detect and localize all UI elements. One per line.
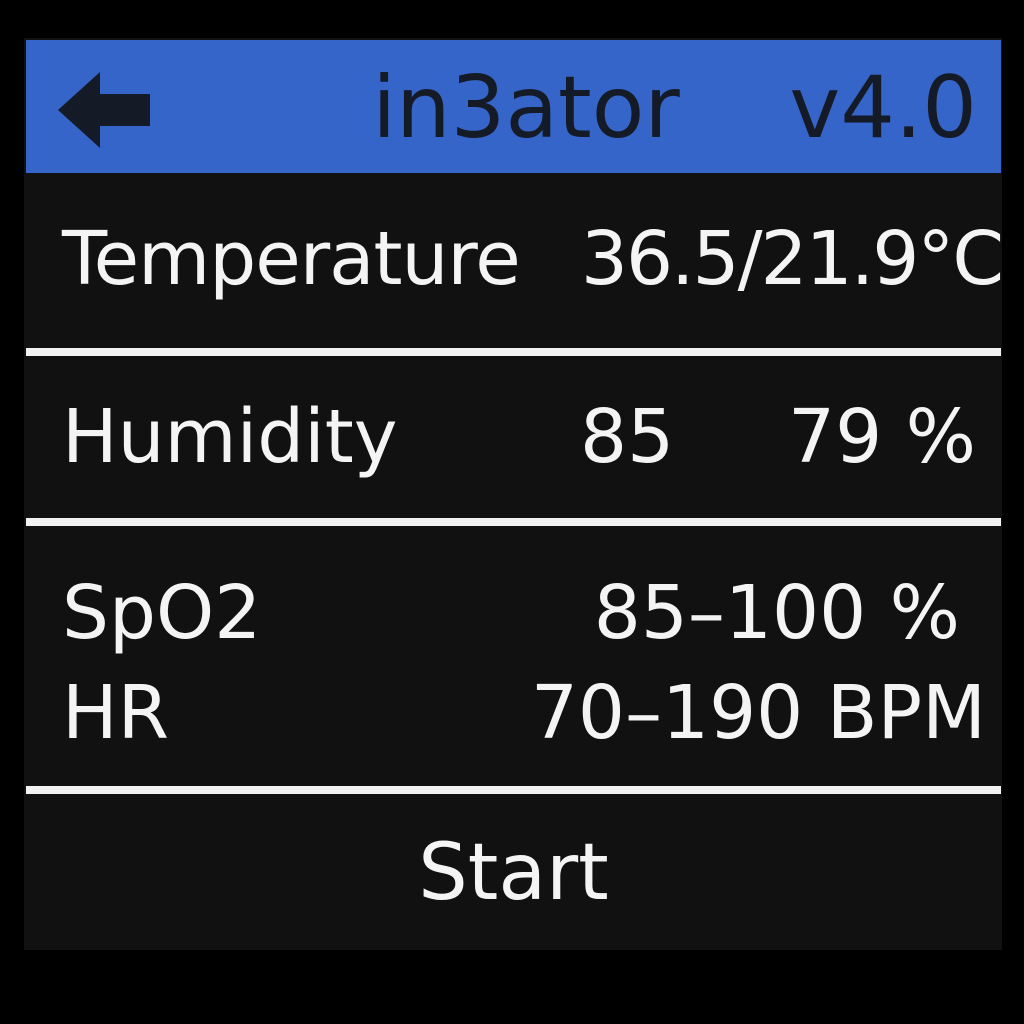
back-button[interactable] xyxy=(54,68,154,152)
header-bar: in3ator v4.0 xyxy=(26,40,1001,173)
spo2-label: SpO2 xyxy=(62,570,262,656)
humidity-setpoint-value: 85 xyxy=(580,394,675,480)
divider xyxy=(26,348,1001,356)
temperature-label: Temperature xyxy=(62,216,521,302)
humidity-label: Humidity xyxy=(62,394,398,480)
divider xyxy=(26,786,1001,794)
hr-value: 70–190 BPM xyxy=(530,670,986,756)
version-label: v4.0 xyxy=(789,58,977,158)
spo2-value: 85–100 % xyxy=(593,570,960,656)
device-screen: in3ator v4.0 Temperature 36.5/21.9°C Hum… xyxy=(24,38,1004,950)
left-arrow-icon xyxy=(58,72,150,148)
app-title: in3ator xyxy=(372,58,680,158)
temperature-value: 36.5/21.9°C xyxy=(580,216,1004,302)
divider xyxy=(26,518,1001,526)
humidity-current-value: 79 % xyxy=(788,394,976,480)
start-button[interactable]: Start xyxy=(26,808,1001,938)
hr-label: HR xyxy=(62,670,170,756)
